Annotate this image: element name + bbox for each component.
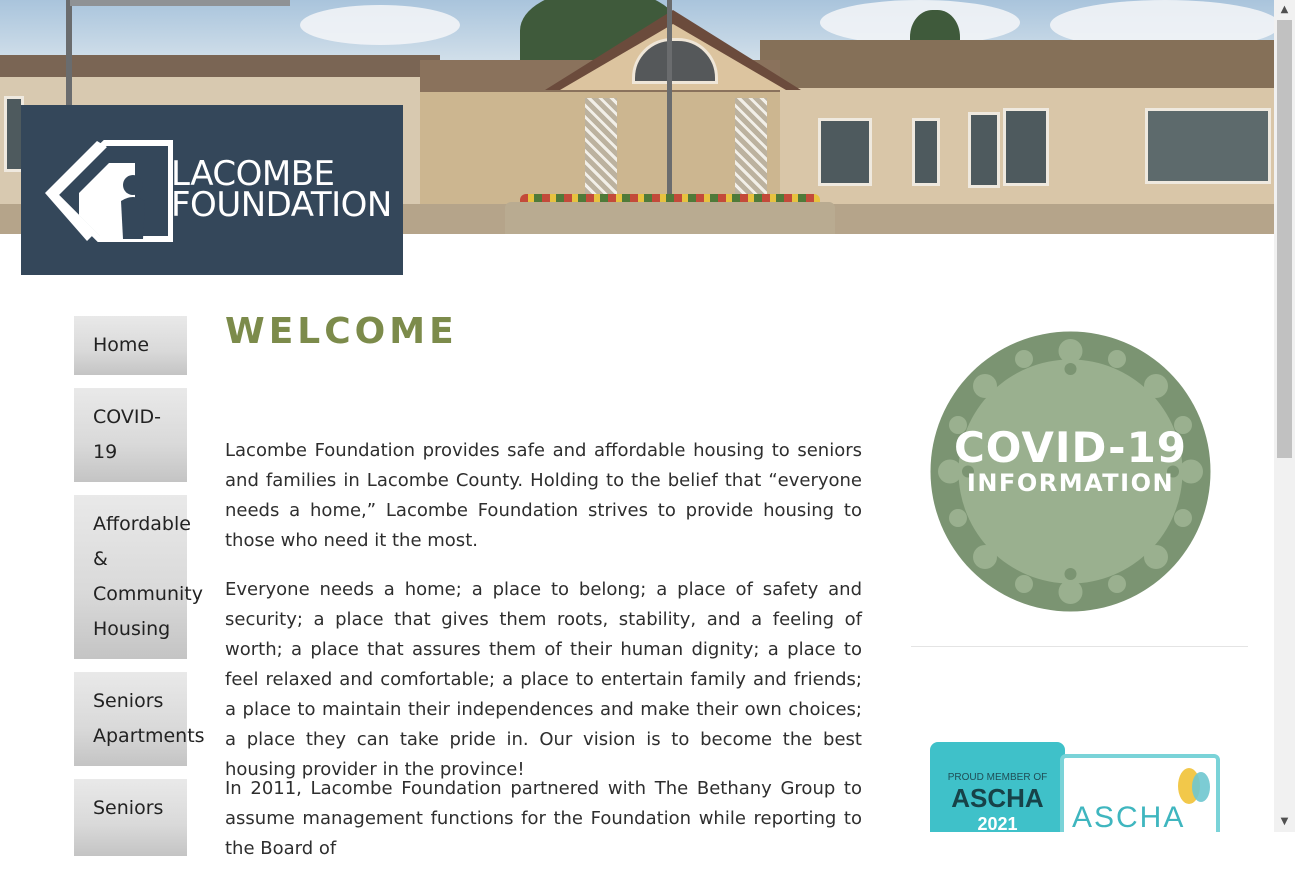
sidebar-nav: Home COVID- 19 Affordable & Community Ho… [74, 316, 205, 869]
nav-item-label: Apartments [93, 725, 205, 747]
ascha-member-badge[interactable]: PROUD MEMBER OF ASCHA 2021 ASCHA [930, 742, 1226, 832]
history-paragraph: In 2011, Lacombe Foundation partnered wi… [225, 778, 862, 859]
site-logo[interactable]: LACOMBE FOUNDATION [21, 105, 403, 275]
nav-item-label: Housing [93, 618, 171, 640]
nav-item-home[interactable]: Home [74, 316, 187, 375]
scroll-down-arrow-icon[interactable]: ▼ [1274, 812, 1295, 832]
nav-item-seniors[interactable]: Seniors [74, 779, 187, 856]
nav-item-label: Affordable [93, 513, 191, 535]
scrollbar-thumb[interactable] [1277, 20, 1292, 458]
nav-item-covid-19[interactable]: COVID- 19 [74, 388, 187, 482]
scroll-up-arrow-icon[interactable]: ▲ [1274, 0, 1295, 20]
ascha-brand: ASCHA [1072, 801, 1186, 833]
covid-badge-line-2: INFORMATION [966, 469, 1175, 497]
nav-item-label: & [93, 548, 108, 570]
ascha-logo-mark-2 [1192, 772, 1210, 802]
covid-badge-text: COVID-19 INFORMATION [930, 423, 1211, 497]
nav-item-label: COVID- [93, 406, 161, 428]
nav-item-label: Home [93, 334, 150, 356]
nav-item-label: Community [93, 583, 203, 605]
covid-badge-line-1: COVID-19 [953, 423, 1188, 472]
vertical-scrollbar[interactable]: ▲ ▼ [1274, 0, 1295, 832]
logo-line-2: FOUNDATION [171, 185, 392, 225]
logo-wordmark: LACOMBE FOUNDATION [171, 157, 392, 225]
ascha-name: ASCHA [951, 783, 1044, 813]
page-title: WELCOME [225, 311, 458, 352]
nav-item-label: Seniors [93, 797, 164, 819]
nav-item-seniors-apartments[interactable]: Seniors Apartments [74, 672, 205, 766]
nav-item-label: 19 [93, 441, 118, 463]
vision-paragraph: Everyone needs a home; a place to belong… [225, 579, 862, 780]
nav-item-affordable-community-housing[interactable]: Affordable & Community Housing [74, 495, 203, 659]
foundation-house-icon [45, 140, 173, 242]
ascha-year: 2021 [977, 814, 1018, 832]
nav-item-label: Seniors [93, 690, 164, 712]
covid-19-information-badge[interactable]: COVID-19 INFORMATION [930, 331, 1211, 612]
intro-paragraph: Lacombe Foundation provides safe and aff… [225, 440, 862, 551]
sidebar-divider [911, 646, 1248, 647]
main-content: WELCOME Lacombe Foundation provides safe… [225, 310, 862, 859]
